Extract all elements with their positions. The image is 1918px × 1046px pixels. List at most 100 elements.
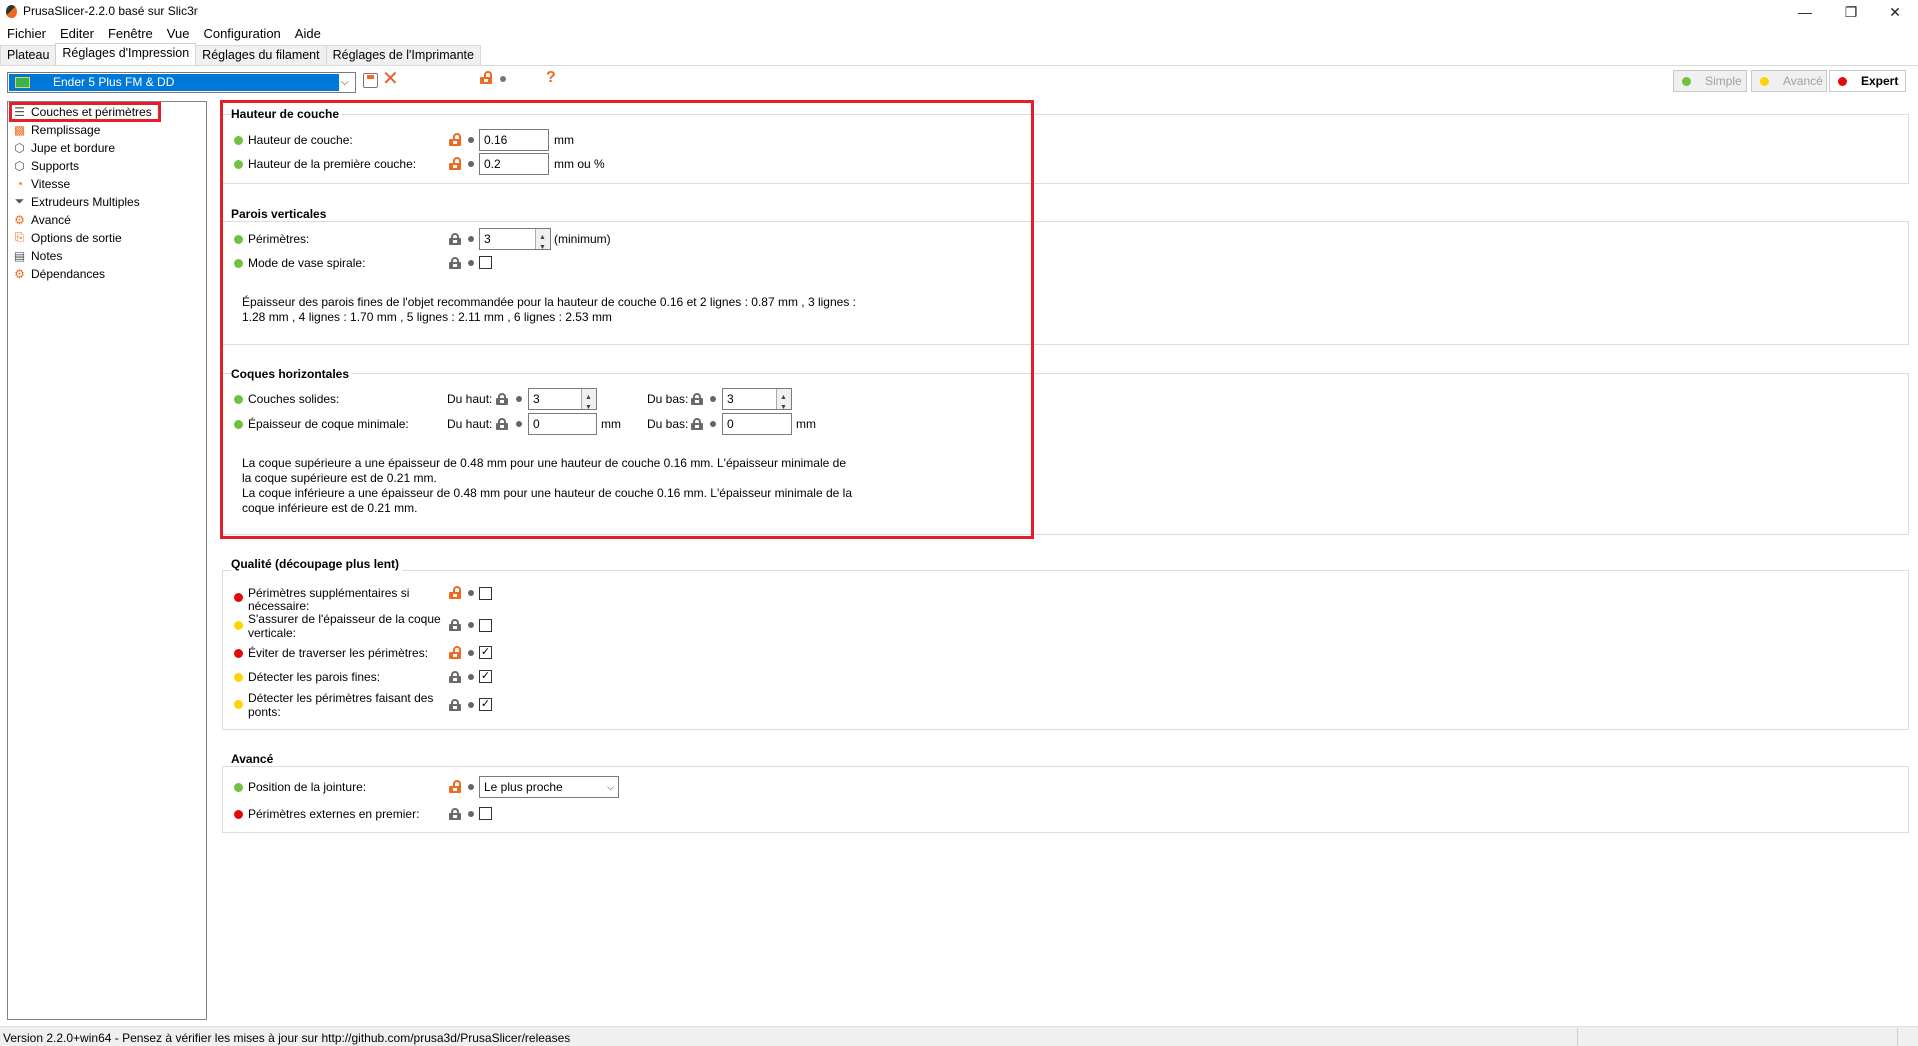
unlock-icon[interactable] — [449, 646, 461, 659]
setting-label: Périmètres supplémentaires si nécessaire… — [248, 587, 409, 613]
preset-selection: Ender 5 Plus FM & DD — [9, 74, 339, 91]
thin-walls-checkbox[interactable]: ✓ — [479, 670, 492, 683]
chevron-down-icon[interactable]: ⌵ — [607, 777, 614, 797]
bridging-perimeters-checkbox[interactable]: ✓ — [479, 698, 492, 711]
output-icon: ⎘ — [14, 230, 25, 244]
sidebar-item-multiple-extruders[interactable]: ⏷ Extrudeurs Multiples — [13, 193, 140, 210]
bullet-icon[interactable] — [468, 650, 474, 656]
mode-dot-icon — [234, 593, 243, 602]
seam-position-select[interactable]: Le plus proche ⌵ — [479, 776, 619, 798]
label-line: Périmètres supplémentaires si — [248, 586, 410, 600]
unlock-icon[interactable] — [449, 780, 461, 793]
sidebar-item-label: Avancé — [31, 212, 71, 227]
setting-label: Éviter de traverser les périmètres: — [248, 646, 429, 660]
ensure-vertical-thickness-checkbox[interactable] — [479, 619, 492, 632]
bullet-icon[interactable] — [468, 674, 474, 680]
setting-label: Périmètres externes en premier: — [248, 807, 420, 821]
avoid-crossing-checkbox[interactable]: ✓ — [479, 646, 492, 659]
preset-name: Ender 5 Plus FM & DD — [53, 75, 175, 89]
unlock-icon[interactable] — [449, 586, 461, 599]
label-line: ponts: — [248, 705, 281, 719]
group-title: Avancé — [231, 752, 277, 766]
sidebar-item-label: Jupe et bordure — [31, 140, 116, 155]
window-title: PrusaSlicer-2.2.0 basé sur Slic3r — [23, 4, 198, 18]
lock-icon[interactable] — [449, 699, 461, 711]
extra-perimeters-checkbox[interactable] — [479, 587, 492, 600]
status-separator — [1897, 1028, 1898, 1046]
mode-simple-label: Simple — [1705, 74, 1742, 88]
group-advanced — [222, 766, 1909, 833]
save-preset-icon[interactable] — [363, 73, 378, 88]
label-line: Détecter les périmètres faisant des — [248, 691, 434, 705]
mode-dot-icon — [234, 700, 243, 709]
tab-printer-settings[interactable]: Réglages de l'Imprimante — [325, 45, 481, 65]
menu-configuration[interactable]: Configuration — [196, 24, 287, 44]
sidebar-item-supports[interactable]: ⬡ Supports — [13, 157, 79, 174]
sidebar-item-dependencies[interactable]: ⚙ Dépendances — [13, 265, 105, 282]
sidebar-item-label: Remplissage — [31, 122, 101, 137]
lock-icon[interactable] — [449, 619, 461, 631]
menu-fenetre[interactable]: Fenêtre — [101, 24, 160, 44]
lock-icon[interactable] — [449, 671, 461, 683]
lock-icon[interactable] — [449, 808, 461, 820]
sidebar-item-label: Notes — [31, 248, 63, 263]
bullet-icon[interactable] — [468, 784, 474, 790]
mode-dot-icon — [234, 672, 243, 682]
restore-button[interactable]: ❐ — [1828, 0, 1874, 24]
preset-flag-icon — [15, 77, 30, 88]
sidebar-item-advanced[interactable]: ⚙ Avancé — [13, 211, 71, 228]
unlock-icon[interactable] — [480, 71, 492, 84]
menu-vue[interactable]: Vue — [160, 24, 197, 44]
note-icon: ▤ — [13, 248, 26, 263]
label-line: S'assurer de l'épaisseur de la coque — [248, 612, 441, 626]
sidebar-item-skirt[interactable]: ⬡ Jupe et bordure — [13, 139, 115, 156]
sidebar-item-label: Dépendances — [31, 266, 106, 281]
close-button[interactable]: ✕ — [1872, 0, 1918, 24]
mode-advanced-button[interactable]: Avancé — [1751, 70, 1827, 92]
delete-preset-icon[interactable]: ✕ — [382, 68, 399, 90]
highlight-box — [220, 100, 1034, 539]
infill-icon: ▩ — [13, 122, 26, 137]
title-bar: PrusaSlicer-2.2.0 basé sur Slic3r — ❐ ✕ — [0, 0, 1918, 24]
settings-sidebar: ☰ Couches et périmètres ▩ Remplissage ⬡ … — [7, 101, 207, 1020]
sidebar-item-output[interactable]: ⎘ Options de sortie — [13, 229, 122, 246]
mode-expert-button[interactable]: Expert — [1829, 70, 1906, 92]
sidebar-item-speed[interactable]: ◔ Vitesse — [13, 175, 70, 192]
setting-row: Périmètres supplémentaires si nécessaire… — [234, 587, 409, 613]
group-quality — [222, 570, 1909, 730]
sidebar-item-notes[interactable]: ▤ Notes — [13, 247, 63, 264]
bullet-icon[interactable] — [468, 590, 474, 596]
label-line: verticale: — [248, 626, 297, 640]
bullet-icon[interactable] — [468, 811, 474, 817]
menu-editer[interactable]: Editer — [53, 24, 101, 44]
bullet-icon[interactable] — [500, 76, 506, 82]
mode-dot-icon — [234, 648, 243, 658]
menu-fichier[interactable]: Fichier — [0, 24, 53, 44]
tab-filament-settings[interactable]: Réglages du filament — [195, 45, 327, 65]
menu-aide[interactable]: Aide — [288, 24, 328, 44]
external-perimeters-first-checkbox[interactable] — [479, 807, 492, 820]
simple-dot-icon — [1682, 76, 1691, 86]
tab-print-settings[interactable]: Réglages d'Impression — [55, 43, 197, 65]
chevron-down-icon[interactable]: ⌵ — [341, 73, 349, 92]
bullet-icon[interactable] — [468, 622, 474, 628]
select-value: Le plus proche — [484, 780, 563, 794]
status-text: Version 2.2.0+win64 - Pensez à vérifier … — [3, 1031, 571, 1045]
help-icon[interactable]: ? — [546, 69, 556, 87]
setting-row: Éviter de traverser les périmètres: — [234, 646, 428, 660]
group-border — [223, 766, 1908, 767]
tab-plateau[interactable]: Plateau — [0, 45, 57, 65]
sidebar-item-infill[interactable]: ▩ Remplissage — [13, 121, 101, 138]
mode-expert-label: Expert — [1861, 74, 1899, 88]
setting-label: S'assurer de l'épaisseur de la coque ver… — [248, 612, 441, 640]
mode-dot-icon — [234, 782, 243, 792]
tab-bar: Plateau Réglages d'Impression Réglages d… — [0, 43, 481, 66]
bullet-icon[interactable] — [468, 702, 474, 708]
preset-dropdown[interactable]: Ender 5 Plus FM & DD ⌵ — [7, 72, 356, 93]
minimize-button[interactable]: — — [1782, 0, 1828, 24]
setting-row: S'assurer de l'épaisseur de la coque ver… — [234, 612, 441, 640]
sidebar-item-label: Supports — [31, 158, 80, 173]
status-separator — [1577, 1028, 1578, 1046]
expert-dot-icon — [1838, 76, 1847, 86]
mode-simple-button[interactable]: Simple — [1673, 70, 1747, 92]
